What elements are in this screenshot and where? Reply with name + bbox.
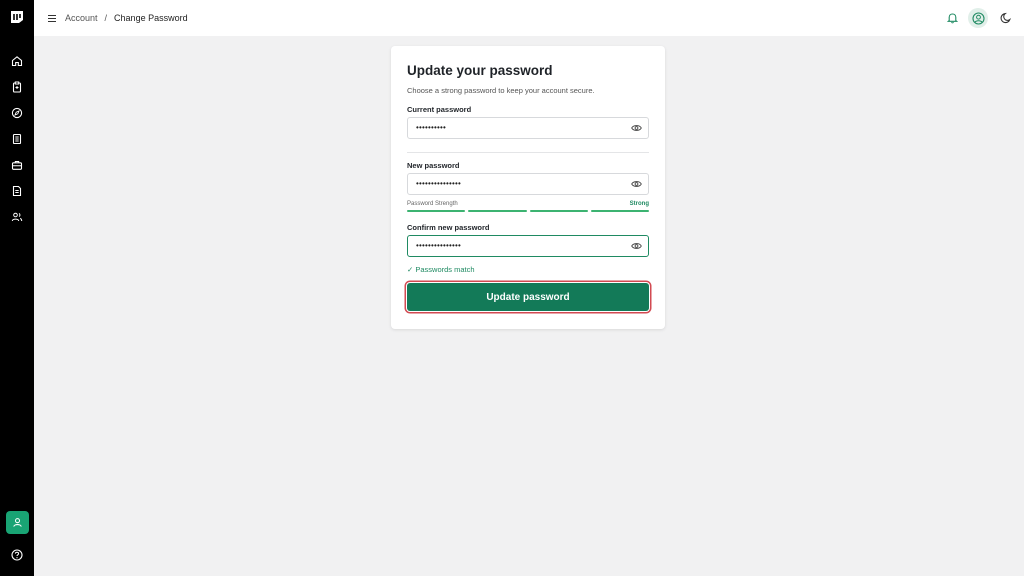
- new-password-field[interactable]: •••••••••••••••: [407, 173, 649, 195]
- breadcrumb-current: Change Password: [114, 13, 188, 23]
- current-password-label: Current password: [407, 105, 472, 114]
- sidebar-item-clipboard[interactable]: [8, 79, 26, 95]
- user-circle-icon: [971, 11, 985, 25]
- hamburger-icon: [48, 14, 56, 22]
- eye-icon: [631, 125, 642, 131]
- password-strength-value: Strong: [629, 201, 649, 207]
- sidebar: [0, 0, 34, 576]
- password-strength-row: Password Strength Strong: [407, 201, 649, 207]
- eye-icon: [631, 243, 642, 249]
- toggle-new-password-visibility[interactable]: [631, 179, 642, 190]
- toggle-confirm-password-visibility[interactable]: [631, 241, 642, 252]
- new-password-label: New password: [407, 161, 460, 170]
- passwords-match-message: ✓ Passwords match: [407, 265, 475, 274]
- password-strength-label: Password Strength: [407, 201, 458, 207]
- password-strength-meter: [407, 210, 649, 212]
- theme-toggle-button[interactable]: [996, 8, 1016, 28]
- eye-icon: [631, 181, 642, 187]
- sidebar-nav: [8, 53, 26, 225]
- moon-icon: [1000, 12, 1011, 24]
- sidebar-item-documents[interactable]: [8, 131, 26, 147]
- strength-segment: [529, 210, 588, 212]
- strength-segment: [407, 210, 466, 212]
- sidebar-item-users[interactable]: [8, 209, 26, 225]
- home-icon: [11, 56, 23, 67]
- sidebar-bottom: [0, 511, 34, 562]
- user-avatar-button[interactable]: [968, 8, 988, 28]
- brand-logo-icon[interactable]: [9, 9, 25, 25]
- clipboard-icon: [12, 81, 22, 93]
- menu-toggle-button[interactable]: [46, 12, 58, 24]
- help-button[interactable]: [10, 548, 24, 562]
- confirm-password-input[interactable]: •••••••••••••••: [416, 242, 631, 250]
- page-title: Update your password: [407, 63, 553, 78]
- users-icon: [11, 212, 23, 222]
- user-icon: [12, 518, 22, 527]
- sidebar-item-home[interactable]: [8, 53, 26, 69]
- file-text-icon: [12, 185, 22, 197]
- sidebar-item-files[interactable]: [8, 183, 26, 199]
- bell-icon: [946, 13, 958, 24]
- breadcrumb: Account / Change Password: [65, 13, 188, 23]
- sidebar-item-compass[interactable]: [8, 105, 26, 121]
- sidebar-item-briefcase[interactable]: [8, 157, 26, 173]
- strength-segment: [590, 210, 649, 212]
- new-password-input[interactable]: •••••••••••••••: [416, 180, 631, 188]
- change-password-card: Update your password Choose a strong pas…: [391, 46, 665, 329]
- confirm-password-field[interactable]: •••••••••••••••: [407, 235, 649, 257]
- profile-button[interactable]: [5, 511, 29, 534]
- confirm-password-label: Confirm new password: [407, 223, 490, 232]
- briefcase-icon: [11, 161, 23, 170]
- toggle-current-password-visibility[interactable]: [631, 123, 642, 134]
- current-password-field[interactable]: ••••••••••: [407, 117, 649, 139]
- section-divider: [407, 152, 649, 153]
- notifications-button[interactable]: [945, 11, 959, 25]
- document-list-icon: [12, 133, 22, 145]
- compass-icon: [11, 107, 23, 119]
- page-subtitle: Choose a strong password to keep your ac…: [407, 86, 595, 95]
- update-password-button[interactable]: Update password: [407, 283, 649, 311]
- help-circle-icon: [11, 549, 23, 561]
- breadcrumb-account[interactable]: Account: [65, 13, 98, 23]
- breadcrumb-separator: /: [104, 13, 108, 23]
- current-password-input[interactable]: ••••••••••: [416, 124, 631, 132]
- header-actions: [945, 8, 1016, 28]
- top-header: Account / Change Password: [34, 0, 1024, 36]
- strength-segment: [468, 210, 527, 212]
